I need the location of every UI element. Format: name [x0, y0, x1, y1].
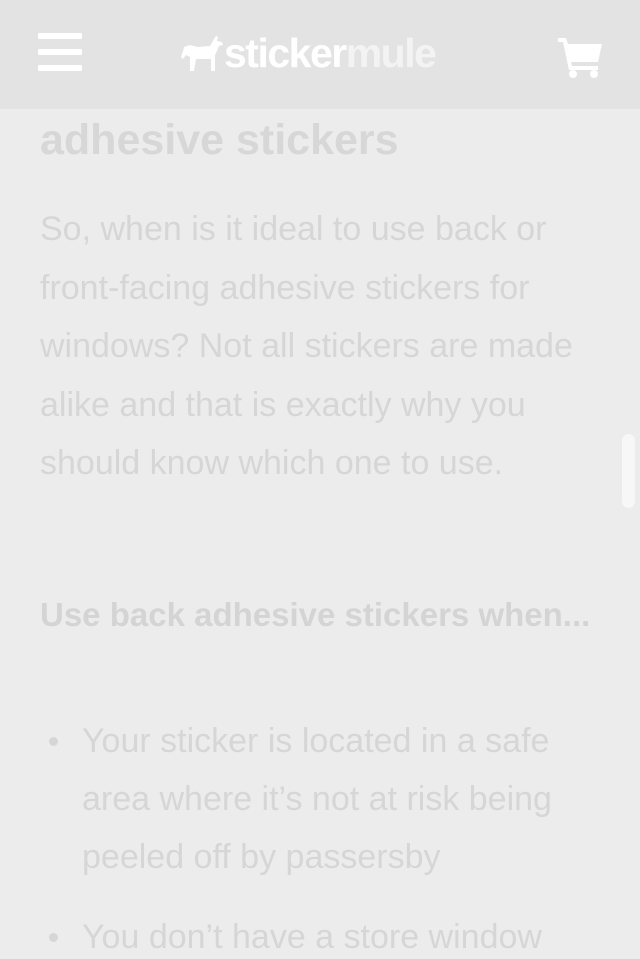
hamburger-line — [38, 49, 82, 55]
section-heading: adhesive stickers — [40, 116, 399, 164]
logo-text-mule: mule — [345, 30, 437, 76]
list-item-text: Your sticker is located in a safe area w… — [82, 722, 552, 876]
shopping-cart-icon[interactable] — [556, 34, 604, 78]
hamburger-menu-icon[interactable] — [38, 33, 82, 71]
list-item: You don’t have a store window — [40, 908, 600, 959]
bullet-dot-icon — [49, 933, 58, 942]
scrollbar-thumb[interactable] — [622, 434, 635, 508]
list-item-text: You don’t have a store window — [82, 918, 542, 956]
stickermule-logo[interactable]: stickermule — [180, 28, 437, 78]
top-navigation-bar: stickermule — [0, 0, 640, 109]
hamburger-line — [38, 33, 82, 39]
bullet-dot-icon — [49, 737, 58, 746]
article-paragraph: So, when is it ideal to use back or fron… — [40, 210, 573, 482]
list-item: Your sticker is located in a safe area w… — [40, 712, 600, 886]
logo-wordmark: stickermule — [224, 28, 437, 78]
page: stickermule adhesive stickers So, when i… — [0, 0, 640, 959]
subsection-heading: Use back adhesive stickers when... — [40, 596, 591, 633]
mule-horse-icon — [181, 36, 223, 71]
bullet-list: Your sticker is located in a safe area w… — [40, 712, 600, 959]
hamburger-line — [38, 65, 82, 71]
logo-text-sticker: sticker — [224, 30, 347, 76]
